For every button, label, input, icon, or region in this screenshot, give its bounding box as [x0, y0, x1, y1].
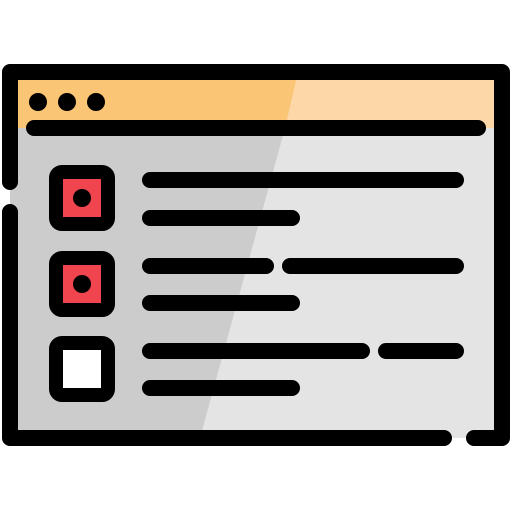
title-bar-left-fill: [10, 72, 298, 128]
checklist-window-illustration: [2, 64, 510, 446]
window-dot-icon: [29, 93, 47, 111]
checklist-window-icon: [0, 0, 512, 512]
window-dots: [29, 93, 105, 111]
checkbox-dot-icon: [73, 189, 91, 207]
window-dot-icon: [87, 93, 105, 111]
title-bar: [10, 72, 502, 128]
checkbox-empty-icon: [49, 336, 115, 402]
window-dot-icon: [58, 93, 76, 111]
checkbox-dot-icon: [73, 275, 91, 293]
